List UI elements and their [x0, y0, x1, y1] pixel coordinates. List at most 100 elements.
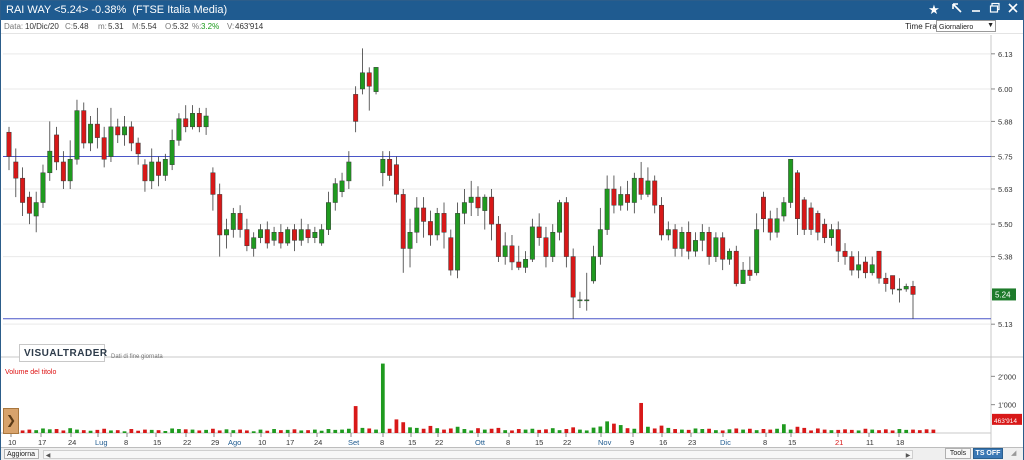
candle-body [754, 229, 760, 274]
candle-body [346, 161, 352, 182]
x-tick-label: 15 [408, 438, 416, 447]
volume-bar [911, 429, 915, 433]
candle-body [285, 229, 291, 244]
volume-bar [727, 429, 732, 433]
candle-body [876, 250, 882, 279]
volume-bar [387, 428, 392, 433]
price-tick-label: 5.88 [998, 117, 1013, 126]
candle-body [20, 177, 26, 203]
volume-bar [652, 428, 657, 433]
candle-body [217, 194, 223, 236]
aggiorna-button[interactable]: Aggiorna [4, 449, 39, 459]
scroll-left-icon[interactable]: ◀ [44, 452, 52, 460]
volume-bar [401, 422, 406, 433]
volume-bar [476, 428, 480, 433]
chart-area[interactable]: 6.13 6.00 5.88 5.75 5.63 5.50 5.38 5.13 5.24 2'00… [1, 35, 1023, 447]
candle-body [509, 245, 515, 263]
x-tick-label: 15 [788, 438, 796, 447]
timeframe-select[interactable]: Giornaliero ▼ [936, 20, 996, 32]
star-icon[interactable]: ★ [926, 2, 942, 18]
volume-bar [564, 429, 569, 433]
candle-body [142, 164, 148, 182]
volume-bar [156, 430, 161, 433]
volume-bar [639, 402, 643, 433]
candle-body [577, 299, 583, 302]
close-icon[interactable] [1005, 2, 1021, 18]
volume-bar [217, 430, 222, 433]
candle-body [40, 172, 46, 203]
close-value: 5.48 [73, 22, 89, 31]
candle-body [108, 126, 114, 157]
candle-body [414, 207, 420, 233]
volume-bar [292, 429, 297, 433]
candle-body [869, 264, 875, 274]
candle-body [325, 202, 331, 230]
volume-bar [496, 427, 501, 433]
ts-off-button[interactable]: TS OFF [973, 448, 1003, 459]
candle-body [883, 277, 889, 284]
volume-bar [632, 428, 637, 433]
volume-bar [102, 428, 107, 433]
x-tick-label: 8 [380, 438, 384, 447]
candle-body [761, 196, 766, 219]
tools-button[interactable]: Tools [945, 448, 971, 459]
candle-body [645, 180, 651, 195]
scroll-right-icon[interactable]: ▶ [904, 452, 912, 460]
volume-bar [659, 425, 664, 433]
candle-body [407, 232, 413, 249]
candle-body [828, 229, 834, 238]
expand-panel-button[interactable]: ❯ [3, 408, 19, 434]
volume-bar [720, 430, 725, 433]
timeframe-value: Giornaliero [939, 24, 974, 31]
x-tick-label: 23 [688, 438, 696, 447]
candle-body [516, 261, 522, 268]
volume-bar [550, 428, 555, 433]
arrow-icon[interactable] [949, 2, 965, 18]
horizontal-scrollbar[interactable]: ◀ ▶ [43, 450, 913, 459]
volume-bar [231, 430, 236, 433]
current-volume-label: 463'914 [994, 418, 1017, 425]
max-value: 5.54 [141, 22, 157, 31]
volume-bar [890, 430, 895, 433]
candle-body [495, 223, 501, 257]
candle-body [618, 194, 624, 206]
x-tick-label: Lug [95, 438, 108, 447]
volume-bar [285, 429, 290, 433]
x-tick-label: Nov [598, 438, 612, 447]
min-value: 5.31 [108, 22, 124, 31]
candle-body [502, 245, 508, 257]
restore-icon[interactable] [987, 2, 1003, 18]
x-tick-label: 22 [563, 438, 571, 447]
candle-body [353, 94, 359, 122]
volume-bar [598, 426, 603, 433]
volume-bar [748, 428, 752, 433]
x-tick-label: 24 [68, 438, 76, 447]
candle-body [550, 232, 556, 257]
volume-bar [136, 430, 141, 433]
candle-body [543, 237, 549, 257]
logo-subtitle: Dati di fine giornata [111, 354, 163, 360]
current-price-label: 5.24 [995, 290, 1011, 299]
volume-bar [81, 430, 86, 433]
volume-bar [340, 429, 344, 433]
volume-bar [61, 430, 66, 433]
candle-body [468, 196, 474, 203]
candle-body [727, 250, 732, 260]
volume-bar [516, 429, 521, 433]
volume-bar [20, 430, 25, 433]
volume-bar [408, 427, 412, 433]
volume-bar [448, 428, 453, 433]
candle-body [475, 196, 481, 209]
volume-bar [530, 428, 535, 433]
volume-bar [109, 430, 113, 433]
volume-bar [435, 428, 440, 433]
candle-body [366, 72, 372, 87]
minimize-icon[interactable] [968, 2, 984, 18]
candle-body [196, 113, 202, 128]
volume-bar [54, 429, 59, 433]
volume-bar [251, 431, 256, 433]
candle-body [638, 177, 644, 195]
volume-bar [761, 429, 766, 433]
volume-bar [849, 429, 854, 433]
price-volume-chart[interactable]: 6.13 6.00 5.88 5.75 5.63 5.50 5.38 5.13 5.24 2'00… [1, 35, 1023, 447]
